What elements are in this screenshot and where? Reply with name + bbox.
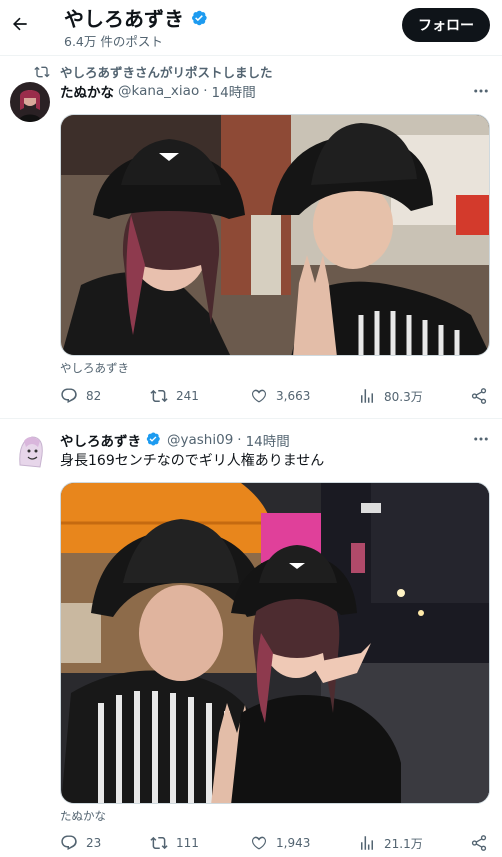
reply-icon bbox=[61, 388, 77, 404]
avatar[interactable] bbox=[10, 82, 50, 122]
profile-name-row: やしろあずき bbox=[64, 3, 208, 32]
author-name[interactable]: たぬかな bbox=[60, 81, 114, 101]
repost-count: 241 bbox=[176, 389, 199, 403]
reply-count: 82 bbox=[86, 389, 102, 403]
repost-context: やしろあずきさんがリポストしました bbox=[34, 62, 273, 81]
reply-icon bbox=[61, 835, 77, 851]
repost-text: やしろあずきさんがリポストしました bbox=[60, 65, 273, 80]
views-icon bbox=[361, 836, 373, 850]
more-icon[interactable] bbox=[472, 430, 490, 452]
like-icon bbox=[251, 836, 267, 850]
views-button[interactable]: 21.1万 bbox=[358, 834, 423, 852]
like-icon bbox=[251, 389, 267, 403]
repost-count: 111 bbox=[176, 836, 199, 850]
repost-button[interactable]: 241 bbox=[150, 387, 199, 405]
follow-button[interactable]: フォロー bbox=[402, 8, 490, 42]
repost-icon bbox=[150, 389, 168, 403]
like-button[interactable]: 1,943 bbox=[250, 834, 310, 852]
verified-badge-icon bbox=[190, 9, 208, 27]
tweet-2[interactable]: やしろあずき @yashi09 · 14時間 身長169センチなのでギリ人権あり… bbox=[0, 419, 502, 857]
back-arrow-icon[interactable] bbox=[8, 10, 32, 38]
reply-count: 23 bbox=[86, 836, 102, 850]
tweet-text: 身長169センチなのでギリ人権ありません bbox=[60, 453, 325, 469]
avatar[interactable] bbox=[10, 431, 50, 471]
tweet-photo[interactable] bbox=[60, 482, 490, 804]
reply-button[interactable]: 82 bbox=[60, 387, 101, 405]
post-count: 6.4万 件のポスト bbox=[64, 34, 163, 49]
views-button[interactable]: 80.3万 bbox=[358, 387, 423, 405]
tweet-time[interactable]: 14時間 bbox=[246, 430, 290, 450]
profile-header: やしろあずき 6.4万 件のポスト フォロー bbox=[0, 0, 502, 56]
share-button[interactable] bbox=[470, 387, 488, 405]
more-icon[interactable] bbox=[472, 82, 490, 104]
author-handle[interactable]: @yashi09 bbox=[167, 432, 233, 448]
author-name[interactable]: やしろあずき bbox=[60, 430, 141, 450]
like-count: 3,663 bbox=[276, 389, 311, 403]
like-button[interactable]: 3,663 bbox=[250, 387, 310, 405]
separator: · bbox=[237, 432, 242, 448]
tweet-actions: 23 111 1,943 21.1万 bbox=[60, 834, 490, 854]
share-icon bbox=[471, 835, 487, 851]
views-count: 21.1万 bbox=[384, 836, 423, 851]
tagged-user[interactable]: やしろあずき bbox=[60, 360, 129, 376]
profile-name: やしろあずき bbox=[64, 7, 184, 31]
tweet-header: やしろあずき @yashi09 · 14時間 bbox=[60, 430, 290, 450]
repost-icon bbox=[150, 836, 168, 850]
like-count: 1,943 bbox=[276, 836, 311, 850]
views-icon bbox=[361, 389, 373, 403]
reply-button[interactable]: 23 bbox=[60, 834, 101, 852]
author-handle[interactable]: @kana_xiao bbox=[118, 83, 199, 99]
repost-icon bbox=[34, 66, 50, 77]
tagged-user[interactable]: たぬかな bbox=[60, 808, 106, 824]
tweet-photo[interactable] bbox=[60, 114, 490, 356]
verified-badge-icon bbox=[145, 431, 163, 449]
views-count: 80.3万 bbox=[384, 389, 423, 404]
repost-button[interactable]: 111 bbox=[150, 834, 199, 852]
share-icon bbox=[471, 388, 487, 404]
tweet-header: たぬかな @kana_xiao · 14時間 bbox=[60, 81, 256, 101]
separator: · bbox=[203, 83, 208, 99]
tweet-1[interactable]: やしろあずきさんがリポストしました たぬかな @kana_xiao · 14時間 bbox=[0, 56, 502, 418]
share-button[interactable] bbox=[470, 834, 488, 852]
tweet-time[interactable]: 14時間 bbox=[212, 81, 256, 101]
tweet-actions: 82 241 3,663 80.3万 bbox=[60, 387, 490, 407]
